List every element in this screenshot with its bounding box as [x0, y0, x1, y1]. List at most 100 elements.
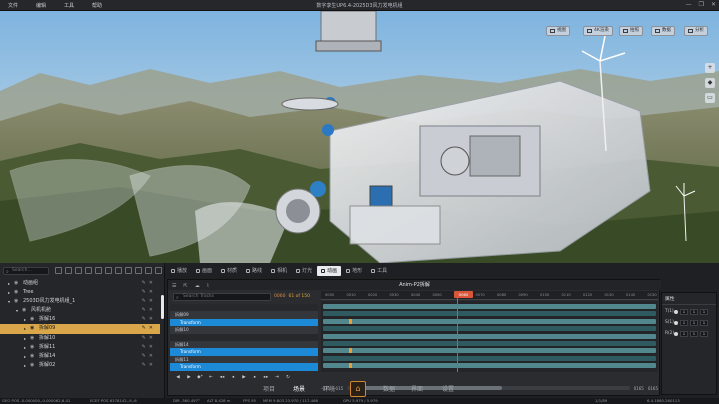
tree-item[interactable]: ▸ ◉ 拆解09 ✎✕	[0, 324, 160, 334]
keyframe-bar[interactable]	[323, 333, 656, 339]
3d-viewport[interactable]: 视图 4K渲染 拍照 数据 分析 + ◆ ▭	[0, 11, 719, 263]
eye-icon[interactable]: ◉	[14, 279, 18, 288]
tab-2[interactable]: 材质	[217, 266, 241, 276]
settings-icon[interactable]	[155, 267, 162, 274]
keyframe-bar[interactable]	[323, 348, 656, 354]
playhead-line[interactable]	[457, 291, 458, 372]
timeline-lane[interactable]	[321, 310, 658, 317]
mode-5[interactable]: 设置	[442, 384, 454, 393]
collapse-icon[interactable]	[145, 267, 152, 274]
eye-icon[interactable]: ◉	[30, 343, 34, 352]
mode-2[interactable]: 环境	[323, 384, 335, 393]
link-icon[interactable]	[95, 267, 102, 274]
track-row[interactable]	[170, 333, 318, 341]
eye-toggle-icon[interactable]	[125, 267, 132, 274]
eye-icon[interactable]: ◉	[30, 361, 34, 370]
tab-0[interactable]: 播放	[167, 266, 191, 276]
item-actions-icon[interactable]: ✎✕	[142, 279, 156, 288]
expand-arrow-icon[interactable]: ▸	[8, 288, 10, 297]
timeline-ruler[interactable]: 0000 0010 0020 0030 0040 0050 00600070 0080 0090…	[321, 291, 658, 300]
track-search-input[interactable]: ⌕ Search Tracks	[173, 293, 271, 301]
keyframe-bar[interactable]	[323, 341, 656, 346]
eye-icon[interactable]: ◉	[22, 306, 26, 315]
maximize-icon[interactable]: ❐	[699, 1, 704, 8]
current-frame[interactable]: 0060	[274, 293, 285, 301]
property-value-field[interactable]: 1	[690, 319, 698, 326]
timeline-lane[interactable]	[321, 355, 658, 362]
data-button[interactable]: 数据	[651, 26, 675, 36]
tab-5[interactable]: 灯光	[292, 266, 316, 276]
tab-6[interactable]: 动画	[317, 266, 342, 276]
keyframe-bar[interactable]	[323, 363, 656, 369]
item-actions-icon[interactable]: ✎✕	[142, 297, 156, 306]
tree-item[interactable]: ▸ ◉ 拆解10 ✎✕	[0, 334, 160, 343]
mode-4[interactable]: 界面	[411, 384, 423, 393]
item-actions-icon[interactable]: ✎✕	[142, 288, 156, 297]
property-value-field[interactable]: 1	[700, 308, 708, 315]
keyframe-marker[interactable]	[349, 348, 352, 354]
scene-mode-icon[interactable]: ⌂	[350, 381, 366, 397]
tab-1[interactable]: 画面	[192, 266, 216, 276]
camera-button[interactable]: 拍照	[619, 26, 643, 36]
expand-arrow-icon[interactable]: ▸	[8, 279, 10, 288]
tree-item[interactable]: ▸ ◉ 动画组 ✎✕	[0, 279, 160, 288]
track-row[interactable]: 拆解14	[170, 340, 318, 349]
property-value-field[interactable]: 1	[700, 330, 708, 337]
list-icon[interactable]: ☰	[172, 281, 176, 291]
track-row[interactable]: Transform	[170, 318, 318, 327]
expand-arrow-icon[interactable]: ▸	[24, 324, 26, 333]
item-actions-icon[interactable]: ✎✕	[142, 352, 156, 361]
expand-arrow-icon[interactable]: ▸	[24, 352, 26, 361]
close-icon[interactable]: ✕	[711, 1, 716, 8]
item-actions-icon[interactable]: ✎✕	[142, 306, 156, 315]
eye-icon[interactable]: ◉	[14, 297, 18, 306]
scene-tree-scrollbar[interactable]	[161, 295, 164, 319]
delete-icon[interactable]	[105, 267, 112, 274]
track-row[interactable]: 拆解11	[170, 355, 318, 364]
tree-item[interactable]: ▸ ◉ 拆解14 ✎✕	[0, 352, 160, 361]
expand-arrow-icon[interactable]: ▾	[8, 297, 10, 306]
item-actions-icon[interactable]: ✎✕	[142, 324, 156, 333]
scene-search-input[interactable]: ⌕ Search...	[3, 267, 49, 275]
tree-item[interactable]: ▸ ◉ 拆解16 ✎✕	[0, 315, 160, 324]
tree-item[interactable]: ▾ ◉ 2503D风力发电机组_1 ✎✕	[0, 297, 160, 306]
playhead-label[interactable]: 0060	[454, 291, 473, 298]
eye-icon[interactable]: ◉	[14, 288, 18, 297]
property-value-field[interactable]: 1	[690, 330, 698, 337]
view-button[interactable]: 视图	[546, 26, 570, 36]
keyframe-bar[interactable]	[323, 326, 656, 332]
export-icon[interactable]: ⇱	[183, 281, 187, 291]
tree-item[interactable]: ▸ ◉ Tree ✎✕	[0, 288, 160, 297]
keyframe-marker[interactable]	[349, 363, 352, 369]
timeline-lane[interactable]	[321, 325, 658, 332]
folder-icon[interactable]	[75, 267, 82, 274]
expand-arrow-icon[interactable]: ▸	[24, 343, 26, 352]
item-actions-icon[interactable]: ✎✕	[142, 343, 156, 352]
panel-icon[interactable]: ▭	[705, 93, 715, 103]
property-value-field[interactable]: 1	[700, 319, 708, 326]
expand-arrow-icon[interactable]: ▸	[24, 315, 26, 324]
timeline-lane[interactable]	[321, 333, 658, 340]
timeline-lane[interactable]	[321, 347, 658, 354]
tab-8[interactable]: 工具	[367, 266, 391, 276]
timeline-lane[interactable]	[321, 318, 658, 325]
item-actions-icon[interactable]: ✎✕	[142, 334, 156, 343]
track-row[interactable]: Transform	[170, 348, 318, 356]
item-actions-icon[interactable]: ✎✕	[142, 315, 156, 324]
expand-icon[interactable]	[135, 267, 142, 274]
layer-icon[interactable]: ◆	[705, 78, 715, 88]
eye-icon[interactable]: ◉	[30, 315, 34, 324]
keyframe-marker[interactable]	[349, 318, 352, 324]
lock-icon[interactable]	[115, 267, 122, 274]
render-4k-button[interactable]: 4K渲染	[583, 26, 613, 36]
keyframe-bar[interactable]	[323, 304, 656, 309]
copy-icon[interactable]	[85, 267, 92, 274]
mode-0[interactable]: 项目	[263, 384, 275, 393]
tree-item[interactable]: ▸ ◉ 拆解11 ✎✕	[0, 343, 160, 352]
keyframe-bar[interactable]	[323, 318, 656, 324]
tab-4[interactable]: 相机	[267, 266, 291, 276]
bezier-icon[interactable]: ⌇	[207, 281, 209, 291]
keyframe-bar[interactable]	[323, 311, 656, 317]
mode-1[interactable]: 场景	[293, 384, 305, 393]
eye-icon[interactable]: ◉	[30, 324, 34, 333]
